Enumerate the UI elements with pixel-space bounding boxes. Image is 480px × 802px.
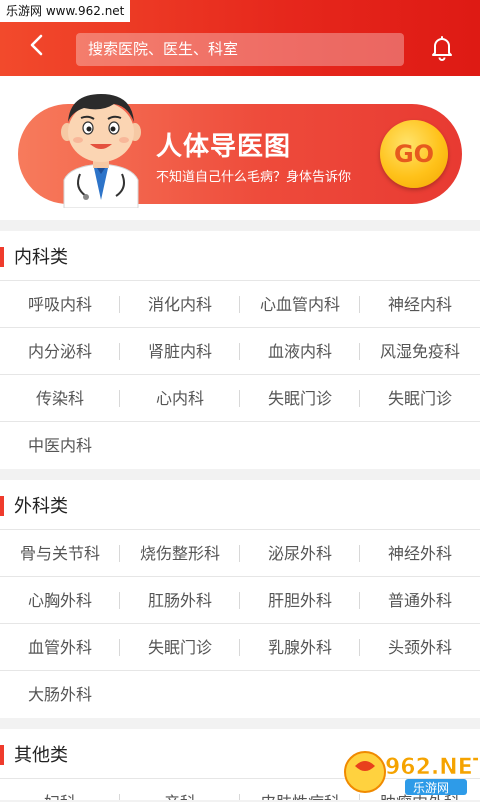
department-item[interactable]: 失眠门诊 <box>120 624 240 671</box>
section-internal-medicine: 内科类 呼吸内科 消化内科 心血管内科 神经内科 内分泌科 肾脏内科 血液内科 … <box>0 231 480 469</box>
department-row: 血管外科 失眠门诊 乳腺外科 头颈外科 <box>0 624 480 671</box>
department-item[interactable]: 血管外科 <box>0 624 120 671</box>
department-item[interactable]: 肝胆外科 <box>240 577 360 624</box>
section-title: 其他类 <box>14 745 68 766</box>
department-item[interactable]: 大肠外科 <box>0 671 120 718</box>
search-input[interactable]: 搜索医院、医生、科室 <box>76 33 404 66</box>
body-guide-banner[interactable]: 人体导医图 不知道自己什么毛病？身体告诉你 GO <box>18 94 462 208</box>
962-logo: 962.NET 乐游网 <box>343 746 480 798</box>
department-item[interactable]: 失眠门诊 <box>240 375 360 422</box>
logo-subtext: 乐游网 <box>413 781 449 795</box>
department-item[interactable]: 心胸外科 <box>0 577 120 624</box>
department-row: 呼吸内科 消化内科 心血管内科 神经内科 <box>0 281 480 328</box>
department-item[interactable]: 普通外科 <box>360 577 480 624</box>
department-row: 骨与关节科 烧伤整形科 泌尿外科 神经外科 <box>0 530 480 577</box>
department-item[interactable]: 消化内科 <box>120 281 240 328</box>
department-item[interactable]: 中医内科 <box>0 422 120 469</box>
department-item[interactable]: 内分泌科 <box>0 328 120 375</box>
department-item[interactable]: 神经内科 <box>360 281 480 328</box>
department-item[interactable]: 肛肠外科 <box>120 577 240 624</box>
department-row: 传染科 心内科 失眠门诊 失眠门诊 <box>0 375 480 422</box>
department-item[interactable]: 血液内科 <box>240 328 360 375</box>
department-item[interactable]: 乳腺外科 <box>240 624 360 671</box>
section-surgery: 外科类 骨与关节科 烧伤整形科 泌尿外科 神经外科 心胸外科 肛肠外科 肝胆外科… <box>0 480 480 718</box>
back-button[interactable] <box>22 30 52 60</box>
department-item[interactable]: 神经外科 <box>360 530 480 577</box>
department-item[interactable]: 产科 <box>120 779 240 800</box>
department-item[interactable]: 风湿免疫科 <box>360 328 480 375</box>
department-item[interactable]: 心内科 <box>120 375 240 422</box>
department-item[interactable]: 呼吸内科 <box>0 281 120 328</box>
section-title: 外科类 <box>14 496 68 517</box>
department-item[interactable]: 失眠门诊 <box>360 375 480 422</box>
department-item[interactable]: 骨与关节科 <box>0 530 120 577</box>
logo-text: 962.NET <box>385 755 478 780</box>
bell-icon <box>432 36 452 61</box>
department-item[interactable]: 泌尿外科 <box>240 530 360 577</box>
section-title: 内科类 <box>14 247 68 268</box>
department-row: 中医内科 <box>0 422 480 469</box>
section-accent-bar <box>0 745 4 765</box>
department-row: 内分泌科 肾脏内科 血液内科 风湿免疫科 <box>0 328 480 375</box>
doctor-illustration <box>61 94 141 208</box>
department-item[interactable]: 心血管内科 <box>240 281 360 328</box>
section-accent-bar <box>0 496 4 516</box>
department-item[interactable]: 传染科 <box>0 375 120 422</box>
department-item[interactable]: 烧伤整形科 <box>120 530 240 577</box>
section-header: 内科类 <box>0 231 480 281</box>
notification-button[interactable] <box>428 34 456 62</box>
department-item[interactable]: 肾脏内科 <box>120 328 240 375</box>
banner-subtitle: 不知道自己什么毛病？身体告诉你 <box>156 170 352 185</box>
department-item[interactable]: 头颈外科 <box>360 624 480 671</box>
chevron-left-icon <box>30 34 43 56</box>
department-item[interactable]: 妇科 <box>0 779 120 800</box>
department-row: 心胸外科 肛肠外科 肝胆外科 普通外科 <box>0 577 480 624</box>
department-row: 大肠外科 <box>0 671 480 718</box>
watermark: 乐游网 www.962.net <box>0 0 131 22</box>
department-item[interactable]: 皮肤性病科 <box>240 779 360 800</box>
section-header: 外科类 <box>0 480 480 530</box>
banner-title: 人体导医图 <box>156 132 292 162</box>
section-accent-bar <box>0 247 4 267</box>
go-button[interactable]: GO <box>380 120 448 188</box>
banner-area: 人体导医图 不知道自己什么毛病？身体告诉你 GO <box>0 76 480 220</box>
